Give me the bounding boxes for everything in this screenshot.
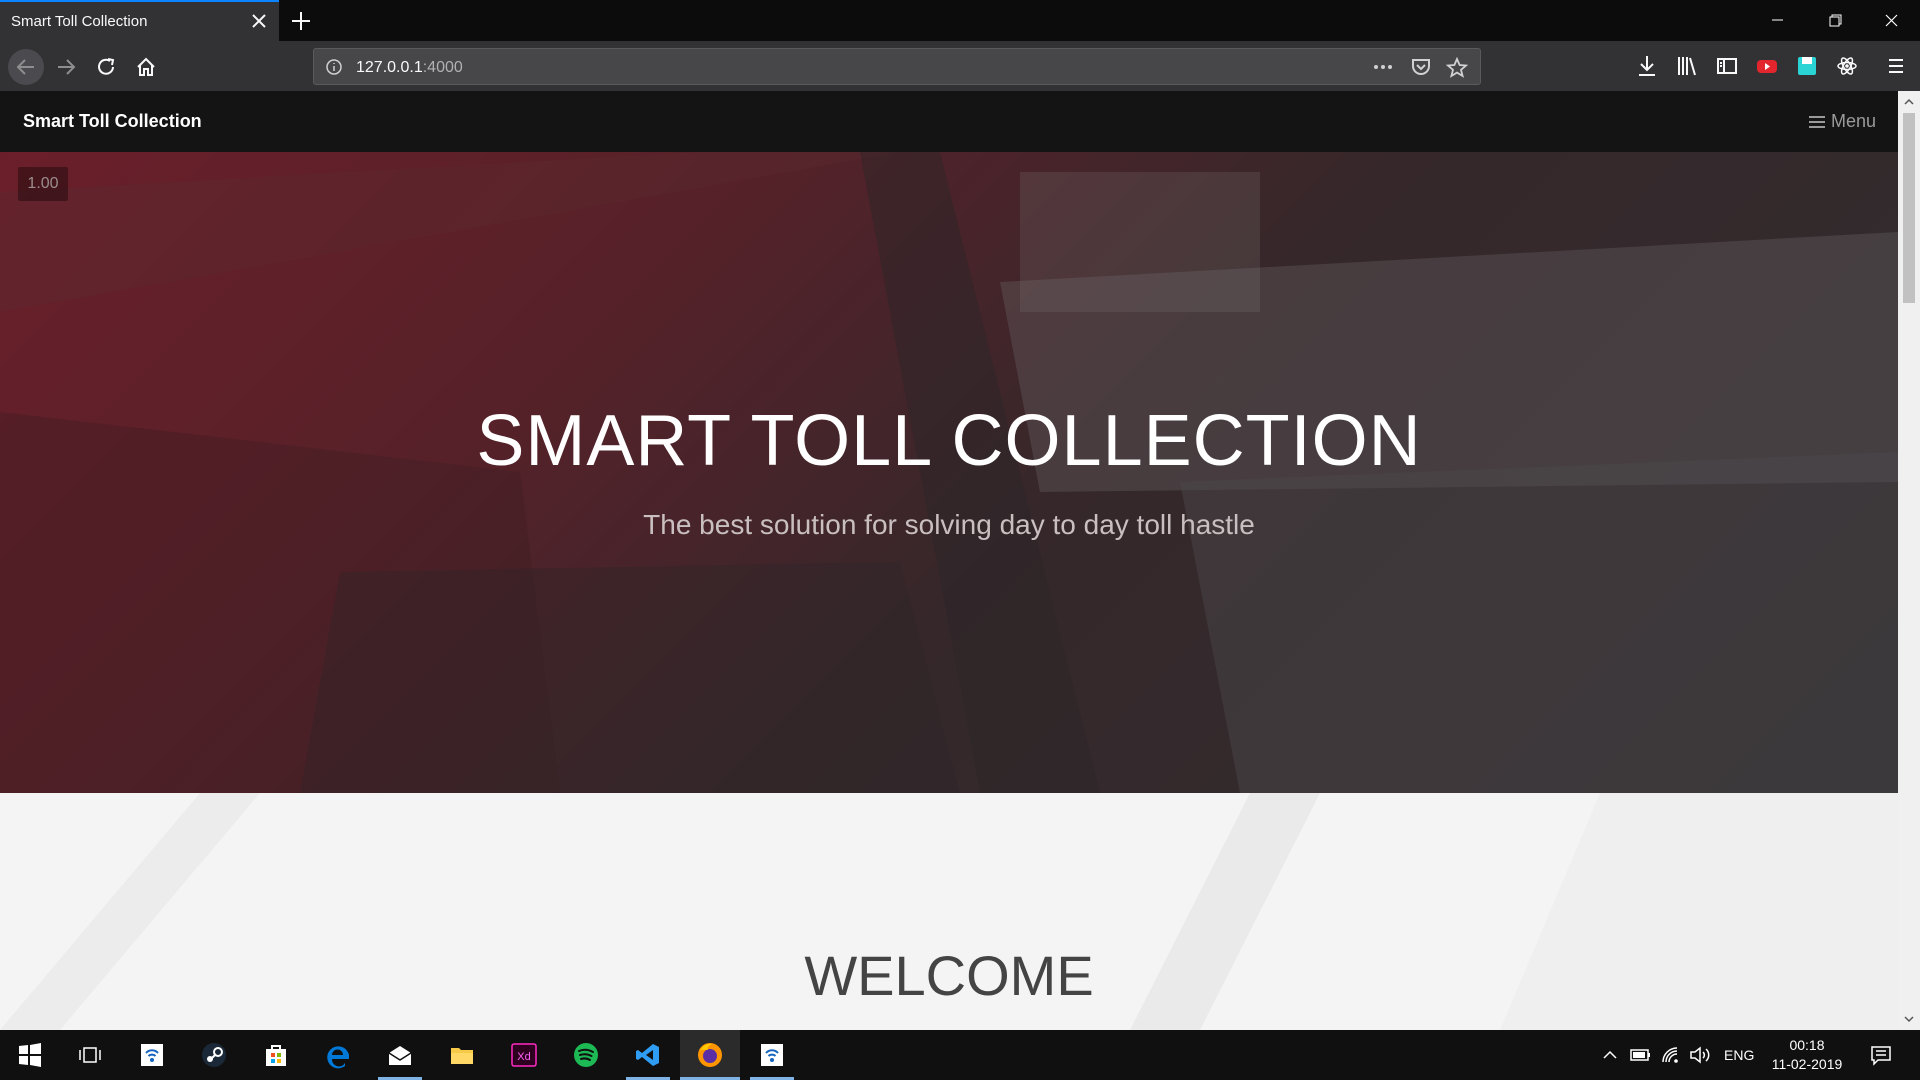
hero-section: 1.00 SMART TOLL COLLECTION The best solu… [0,152,1898,793]
url-bar[interactable]: 127.0.0.1:4000 [313,48,1481,85]
clock-date: 11-02-2019 [1771,1056,1843,1072]
edge-icon [327,1046,349,1069]
volume-icon[interactable] [1688,1045,1712,1065]
task-view-icon [79,1047,101,1063]
react-devtools-icon[interactable] [1832,51,1862,81]
youtube-extension-icon[interactable] [1752,51,1782,81]
browser-tab[interactable]: Smart Toll Collection [0,0,279,41]
taskbar-store[interactable] [246,1030,306,1080]
scroll-down-icon[interactable] [1903,1013,1915,1025]
taskbar-vscode[interactable] [618,1030,678,1080]
page-actions-icon[interactable] [1372,58,1394,76]
new-tab-icon[interactable] [287,7,315,35]
downloads-icon[interactable] [1632,51,1662,81]
windows-logo-icon [19,1043,41,1067]
browser-toolbar: 127.0.0.1:4000 [0,41,1920,91]
url-text: 127.0.0.1:4000 [356,59,463,76]
hero-subtitle: The best solution for solving day to day… [643,509,1255,540]
pocket-icon[interactable] [1410,57,1432,77]
connect-app-icon [761,1044,783,1066]
mail-icon [388,1046,412,1065]
clock-time: 00:18 [1789,1037,1825,1053]
adobe-xd-icon: Xd [511,1043,537,1067]
store-icon [266,1045,286,1066]
taskbar-connect-app[interactable] [122,1030,182,1080]
menu-button[interactable]: Menu [1808,111,1876,132]
menu-label: Menu [1830,111,1876,131]
sidebar-icon[interactable] [1712,51,1742,81]
taskbar-mail[interactable] [370,1030,430,1080]
scroll-up-icon[interactable] [1903,96,1915,108]
info-icon[interactable] [325,58,343,76]
language-indicator[interactable]: ENG [1724,1030,1754,1080]
restore-icon[interactable] [1806,0,1863,41]
task-view-button[interactable] [60,1030,120,1080]
scrollbar-thumb[interactable] [1903,113,1915,303]
start-button[interactable] [0,1030,60,1080]
hero-title: SMART TOLL COLLECTION [476,401,1422,481]
taskbar-connect-app-2[interactable] [742,1030,802,1080]
reload-icon[interactable] [88,49,124,85]
forward-arrow-icon[interactable] [48,49,84,85]
back-button[interactable] [8,49,44,85]
site-brand[interactable]: Smart Toll Collection [23,111,202,132]
steam-icon [202,1043,226,1067]
bars-icon [1808,116,1825,128]
taskbar-steam[interactable] [184,1030,244,1080]
welcome-title: WELCOME [804,944,1094,1007]
windows-taskbar: Xd ENG 00:18 11-02-2019 [0,1030,1920,1080]
action-center-icon[interactable] [1869,1043,1893,1067]
tab-strip: Smart Toll Collection [0,0,1920,41]
spotify-icon [574,1043,598,1067]
vscode-icon [636,1044,659,1066]
home-icon[interactable] [128,49,164,85]
minimize-icon[interactable] [1749,0,1806,41]
close-tab-icon[interactable] [247,9,271,33]
site-navbar: Smart Toll Collection Menu [0,91,1898,152]
version-badge: 1.00 [18,167,68,201]
tab-title: Smart Toll Collection [11,13,148,30]
battery-icon[interactable] [1630,1047,1652,1063]
taskbar-spotify[interactable] [556,1030,616,1080]
taskbar-edge[interactable] [308,1030,368,1080]
connect-app-icon [141,1044,163,1066]
welcome-section: WELCOME [0,793,1898,1030]
system-clock[interactable]: 00:18 11-02-2019 [1762,1036,1852,1074]
show-hidden-icons-icon[interactable] [1601,1047,1619,1063]
close-window-icon[interactable] [1863,0,1920,41]
hamburger-menu-icon[interactable] [1881,51,1911,81]
taskbar-adobe-xd[interactable]: Xd [494,1030,554,1080]
back-arrow-icon [16,59,34,75]
save-extension-icon[interactable] [1792,51,1822,81]
taskbar-firefox[interactable] [680,1030,740,1080]
library-icon[interactable] [1672,51,1702,81]
bookmark-star-icon[interactable] [1446,57,1468,79]
taskbar-file-explorer[interactable] [432,1030,492,1080]
page-scrollbar[interactable] [1898,91,1920,1030]
svg-text:Xd: Xd [517,1051,530,1063]
folder-icon [451,1048,473,1064]
wifi-icon[interactable] [1660,1045,1682,1065]
firefox-icon [698,1043,722,1067]
